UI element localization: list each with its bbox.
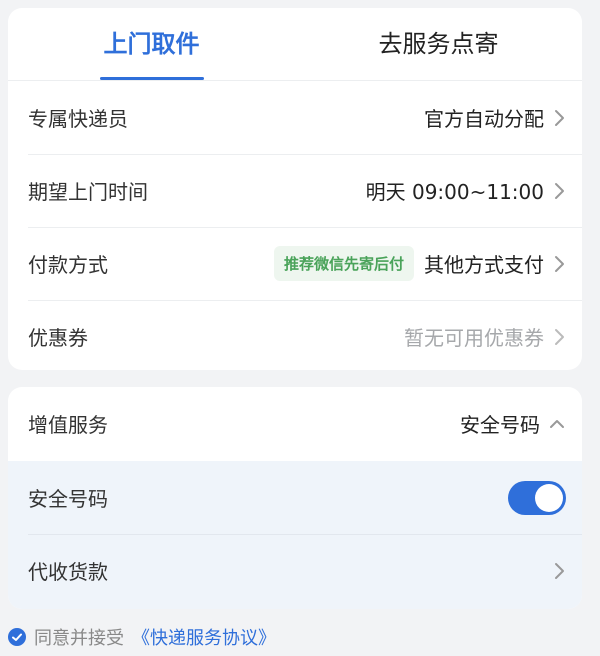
courier-value: 官方自动分配	[424, 107, 544, 131]
pickup-time-value: 明天 09:00~11:00	[365, 180, 544, 204]
cod-label: 代收货款	[28, 560, 108, 584]
tab-pickup-label: 上门取件	[103, 30, 200, 58]
payment-label: 付款方式	[28, 253, 108, 277]
chevron-right-icon	[552, 108, 566, 128]
wechat-pay-later-tag[interactable]: 推荐微信先寄后付	[273, 246, 414, 281]
safe-number-toggle[interactable]	[508, 480, 566, 515]
value-added-options: 安全号码 代收货款	[8, 461, 582, 609]
agreement-bar: 同意并接受 《快递服务协议》	[8, 622, 276, 652]
coupon-row[interactable]: 优惠券 暂无可用优惠券	[8, 300, 582, 370]
agreement-text: 同意并接受	[34, 628, 124, 649]
cod-row[interactable]: 代收货款	[8, 534, 582, 607]
tab-dropoff[interactable]: 去服务点寄	[295, 8, 582, 80]
value-added-card: 增值服务 安全号码 安全号码 代收货款	[8, 387, 582, 609]
agreement-checkbox[interactable]	[8, 628, 26, 646]
chevron-right-icon	[552, 561, 566, 581]
payment-row[interactable]: 付款方式 推荐微信先寄后付 其他方式支付	[8, 227, 582, 300]
safe-number-label: 安全号码	[28, 487, 108, 511]
toggle-knob	[535, 483, 563, 512]
safe-number-row: 安全号码	[8, 461, 582, 534]
tab-dropoff-label: 去服务点寄	[378, 30, 499, 58]
pickup-time-row[interactable]: 期望上门时间 明天 09:00~11:00	[8, 154, 582, 227]
value-added-label: 增值服务	[28, 413, 108, 437]
value-added-row[interactable]: 增值服务 安全号码	[8, 387, 582, 460]
order-options-card: 上门取件 去服务点寄 专属快递员 官方自动分配 期望上门时间 明天 09:00~…	[8, 8, 582, 370]
courier-row[interactable]: 专属快递员 官方自动分配	[8, 81, 582, 154]
payment-value: 其他方式支付	[424, 253, 544, 277]
agreement-link[interactable]: 《快递服务协议》	[132, 624, 276, 650]
tab-bar: 上门取件 去服务点寄	[8, 8, 582, 81]
chevron-right-icon	[552, 181, 566, 201]
value-added-value: 安全号码	[460, 413, 540, 437]
courier-label: 专属快递员	[28, 107, 128, 131]
active-tab-indicator	[99, 77, 204, 80]
coupon-label: 优惠券	[28, 326, 88, 350]
chevron-right-icon	[552, 254, 566, 274]
coupon-value: 暂无可用优惠券	[404, 326, 544, 350]
tab-pickup[interactable]: 上门取件	[8, 8, 295, 80]
chevron-up-icon	[548, 414, 566, 434]
chevron-right-icon	[552, 327, 566, 347]
pickup-time-label: 期望上门时间	[28, 180, 148, 204]
